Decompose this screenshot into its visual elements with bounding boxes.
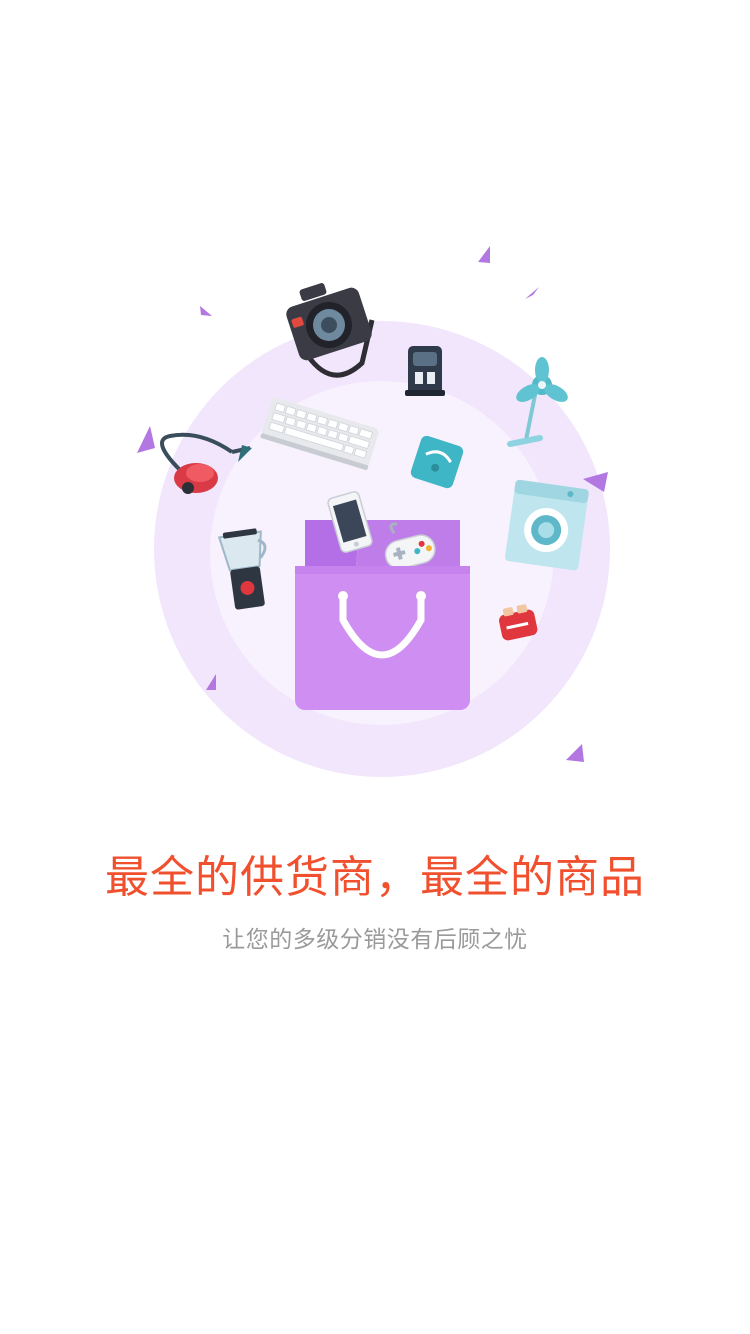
- onboarding-subtitle: 让您的多级分销没有后顾之忧: [222, 927, 528, 953]
- coffee-machine-icon: [405, 346, 445, 396]
- shopping-bag-icon: [295, 491, 470, 710]
- onboarding-headline: 最全的供货商，最全的商品: [105, 852, 645, 903]
- washing-machine-icon: [505, 479, 589, 571]
- onboarding-illustration: [137, 246, 610, 777]
